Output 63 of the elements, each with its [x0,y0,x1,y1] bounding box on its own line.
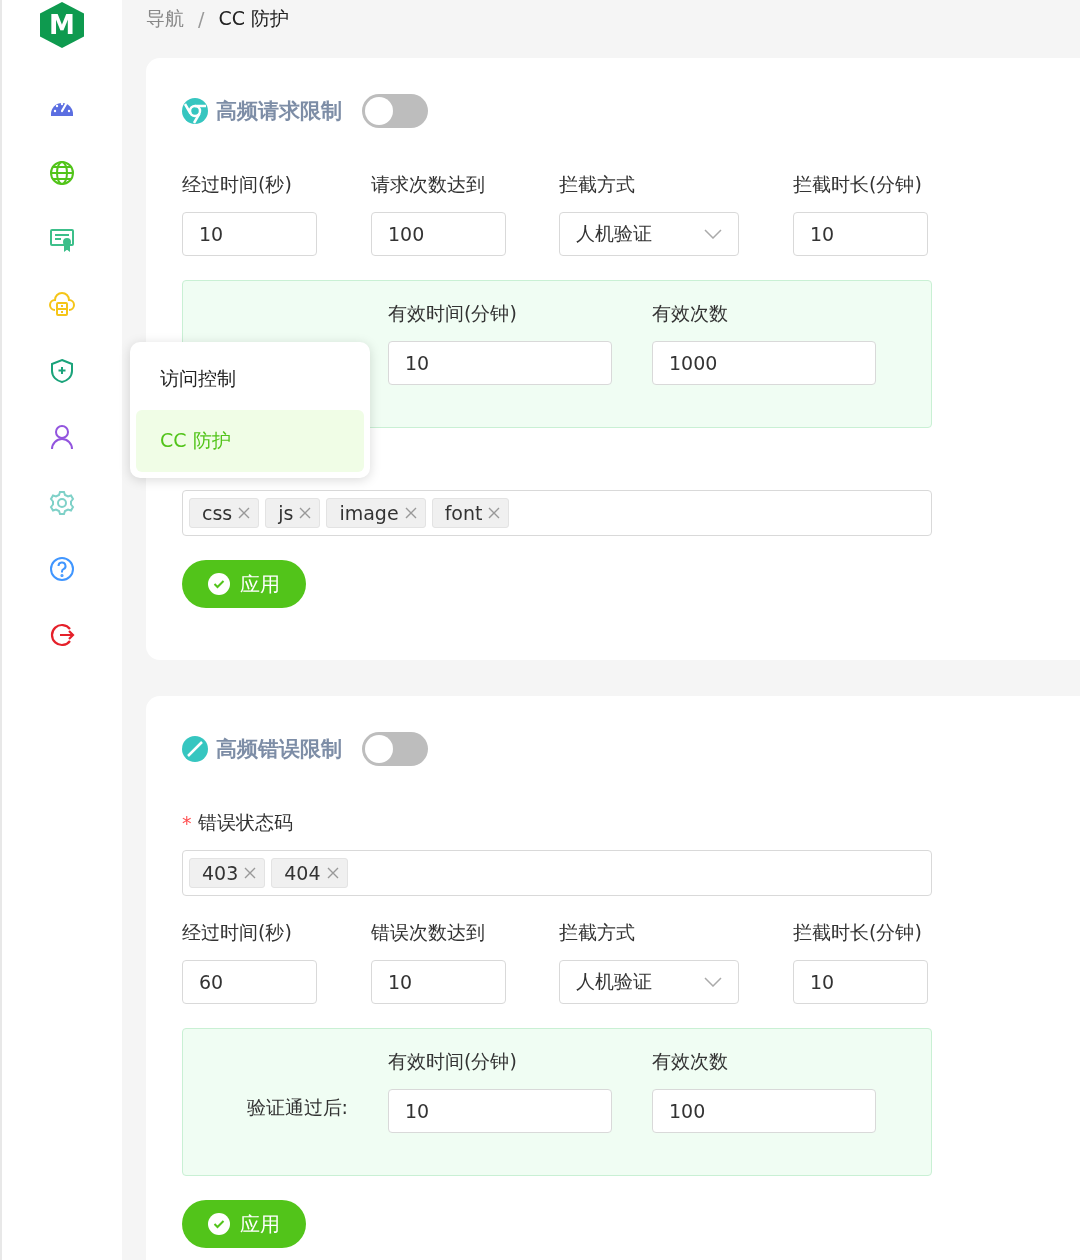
check-circle-icon [208,1213,230,1235]
menu-item[interactable]: 访问控制 [136,348,364,410]
input-field[interactable]: 10 [388,1089,612,1133]
check-circle-icon [208,573,230,595]
input-field[interactable]: 10 [793,960,928,1004]
chevron-down-icon [704,977,722,987]
cloud-server-icon[interactable] [49,292,75,318]
breadcrumb-current: CC 防护 [218,6,289,31]
field-label: 有效次数 [652,1049,729,1074]
close-icon[interactable] [488,507,501,519]
tag-input-field[interactable]: css js image font [182,490,932,536]
close-icon[interactable] [238,507,251,519]
field-label: 拦截时长(分钟) [793,172,923,197]
field-label: 经过时间(秒) [182,920,293,945]
field-label: 错误状态码 [197,810,293,835]
field-label: 拦截方式 [559,172,636,197]
field-label: 验证通过后: [246,1095,349,1120]
field-label: 拦截时长(分钟) [793,920,923,945]
tag[interactable]: css [189,498,260,528]
input-field[interactable]: 100 [652,1089,876,1133]
section-title: 高频错误限制 [216,736,342,763]
close-icon[interactable] [299,507,312,519]
tag[interactable]: 403 [189,858,266,888]
help-icon[interactable] [49,556,75,582]
toggle-switch[interactable] [362,94,428,128]
tag[interactable]: js [265,498,321,528]
input-field[interactable]: 10 [371,960,506,1004]
section-title: 高频请求限制 [216,98,342,125]
field-label: 请求次数达到 [371,172,486,197]
tag-input-field[interactable]: 403 404 [182,850,932,896]
close-icon[interactable] [244,867,257,879]
logout-icon[interactable] [49,622,75,648]
slash-icon [182,736,208,762]
tag[interactable]: image [326,498,426,528]
chevron-down-icon [704,229,722,239]
breadcrumb-separator: / [198,8,205,30]
input-field[interactable]: 60 [182,960,317,1004]
chrome-icon [182,98,208,124]
select-field[interactable]: 人机验证 [559,960,739,1004]
tag[interactable]: font [431,498,510,528]
tag[interactable]: 404 [271,858,348,888]
toggle-switch[interactable] [362,732,428,766]
field-label: 有效时间(分钟) [388,1049,518,1074]
field-label: 拦截方式 [559,920,636,945]
shield-icon[interactable] [49,358,75,384]
field-label: 错误次数达到 [371,920,486,945]
input-field[interactable]: 100 [371,212,506,256]
input-field[interactable]: 10 [793,212,928,256]
close-icon[interactable] [404,507,417,519]
field-label: 经过时间(秒) [182,172,293,197]
settings-icon[interactable] [49,490,75,516]
required-mark: * [182,812,192,834]
input-field[interactable]: 10 [182,212,317,256]
field-label: 有效次数 [652,301,729,326]
close-icon[interactable] [326,867,339,879]
select-field[interactable]: 人机验证 [559,212,739,256]
input-field[interactable]: 1000 [652,341,876,385]
field-label: 有效时间(分钟) [388,301,518,326]
input-field[interactable]: 10 [388,341,612,385]
globe-icon[interactable] [49,160,75,186]
certificate-icon[interactable] [49,226,75,252]
user-icon[interactable] [49,424,75,450]
logo[interactable]: M [40,2,84,48]
